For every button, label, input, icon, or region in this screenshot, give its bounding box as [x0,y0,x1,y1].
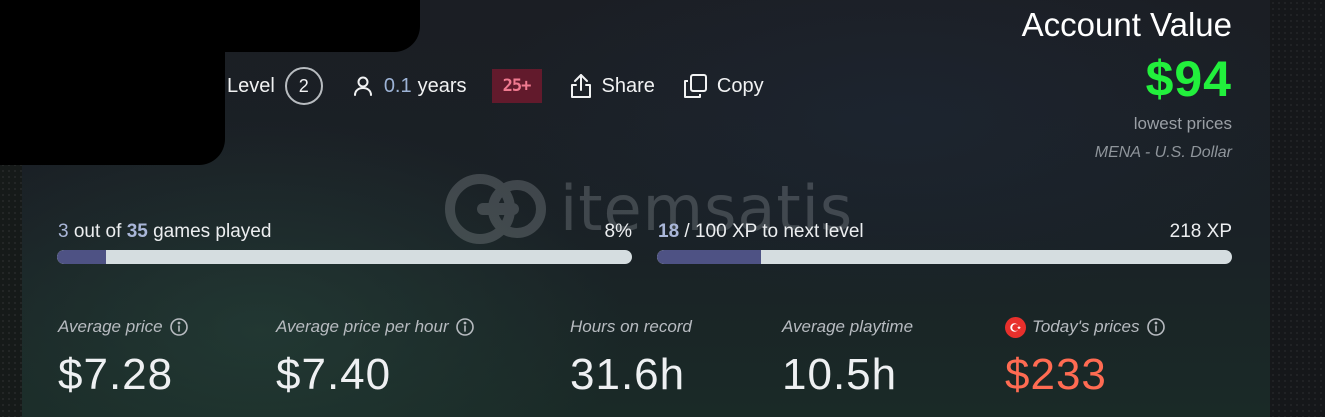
stat-average-price: Average price $7.28 [58,316,189,400]
games-progress-header: 3 out of 35 games played 8% [58,220,632,244]
stat-value: 31.6h [570,350,686,399]
info-icon[interactable] [169,317,189,337]
stat-label-row: Hours on record [570,316,692,338]
stat-value: $7.40 [276,350,392,399]
xp-total: 218 XP [1169,221,1232,242]
stat-label: Hours on record [570,317,692,336]
copy-icon [683,74,707,98]
level-badge: 2 [284,67,323,105]
stat-label-row: Today's prices [1005,316,1166,338]
xp-progress-bar [657,250,1232,264]
xp-progress-header: 18 / 100 XP to next level 218 XP [658,220,1232,244]
stat-value: $233 [1005,350,1107,399]
share-icon [570,74,591,98]
level-label: Level [227,74,275,97]
profile-meta-row: Level 2 0.1 years 25+ Share Copy [227,66,764,106]
years-unit: years [417,74,467,97]
stat-label-row: Average price [58,316,189,338]
games-total-count: 35 [126,221,148,242]
stat-label: Average price [58,317,163,336]
stat-value: $7.28 [58,350,174,399]
account-age: 0.1 years [351,74,467,98]
xp-rest-text: / 100 XP to next level [684,221,864,242]
account-value-subtitle: lowest prices [1133,114,1232,133]
games-progress-bar [57,250,632,264]
redacted-area-body [0,20,225,165]
stat-label-row: Average playtime [782,316,913,338]
turkey-flag-icon [1005,316,1026,338]
copy-label: Copy [716,74,764,97]
stat-hours-on-record: Hours on record 31.6h [570,316,692,400]
info-icon[interactable] [1146,317,1166,337]
xp-current: 18 [658,221,680,242]
stat-average-price-per-hour: Average price per hour $7.40 [276,316,475,400]
account-value: $94 [1145,51,1232,107]
xp-progress-label: 18 / 100 XP to next level [658,221,864,243]
stat-value: 10.5h [782,350,898,399]
xp-progress-fill [657,250,761,264]
share-button[interactable]: Share [568,72,655,100]
games-progress-label: 3 out of 35 games played [58,221,271,243]
share-label: Share [601,74,655,97]
games-played-suffix: games played [153,221,272,242]
age-rating-badge: 25+ [491,69,542,103]
games-played-count: 3 [58,221,69,242]
games-out-of-text: out of [73,221,122,242]
games-progress-fill [57,250,107,264]
stat-todays-prices: Today's prices $233 [1005,316,1166,400]
stat-average-playtime: Average playtime 10.5h [782,316,913,400]
account-region: MENA - U.S. Dollar [1094,144,1232,161]
info-icon[interactable] [455,317,475,337]
stat-label: Average playtime [782,317,914,336]
years-value: 0.1 [383,74,412,97]
right-pattern-strip [1270,0,1325,417]
copy-button[interactable]: Copy [681,72,764,100]
account-value-title: Account Value [1021,6,1232,43]
user-icon [353,76,372,96]
games-progress-percent: 8% [604,221,632,242]
stat-label-row: Average price per hour [276,316,475,338]
stat-label: Average price per hour [276,317,449,336]
stat-label: Today's prices [1032,317,1140,336]
